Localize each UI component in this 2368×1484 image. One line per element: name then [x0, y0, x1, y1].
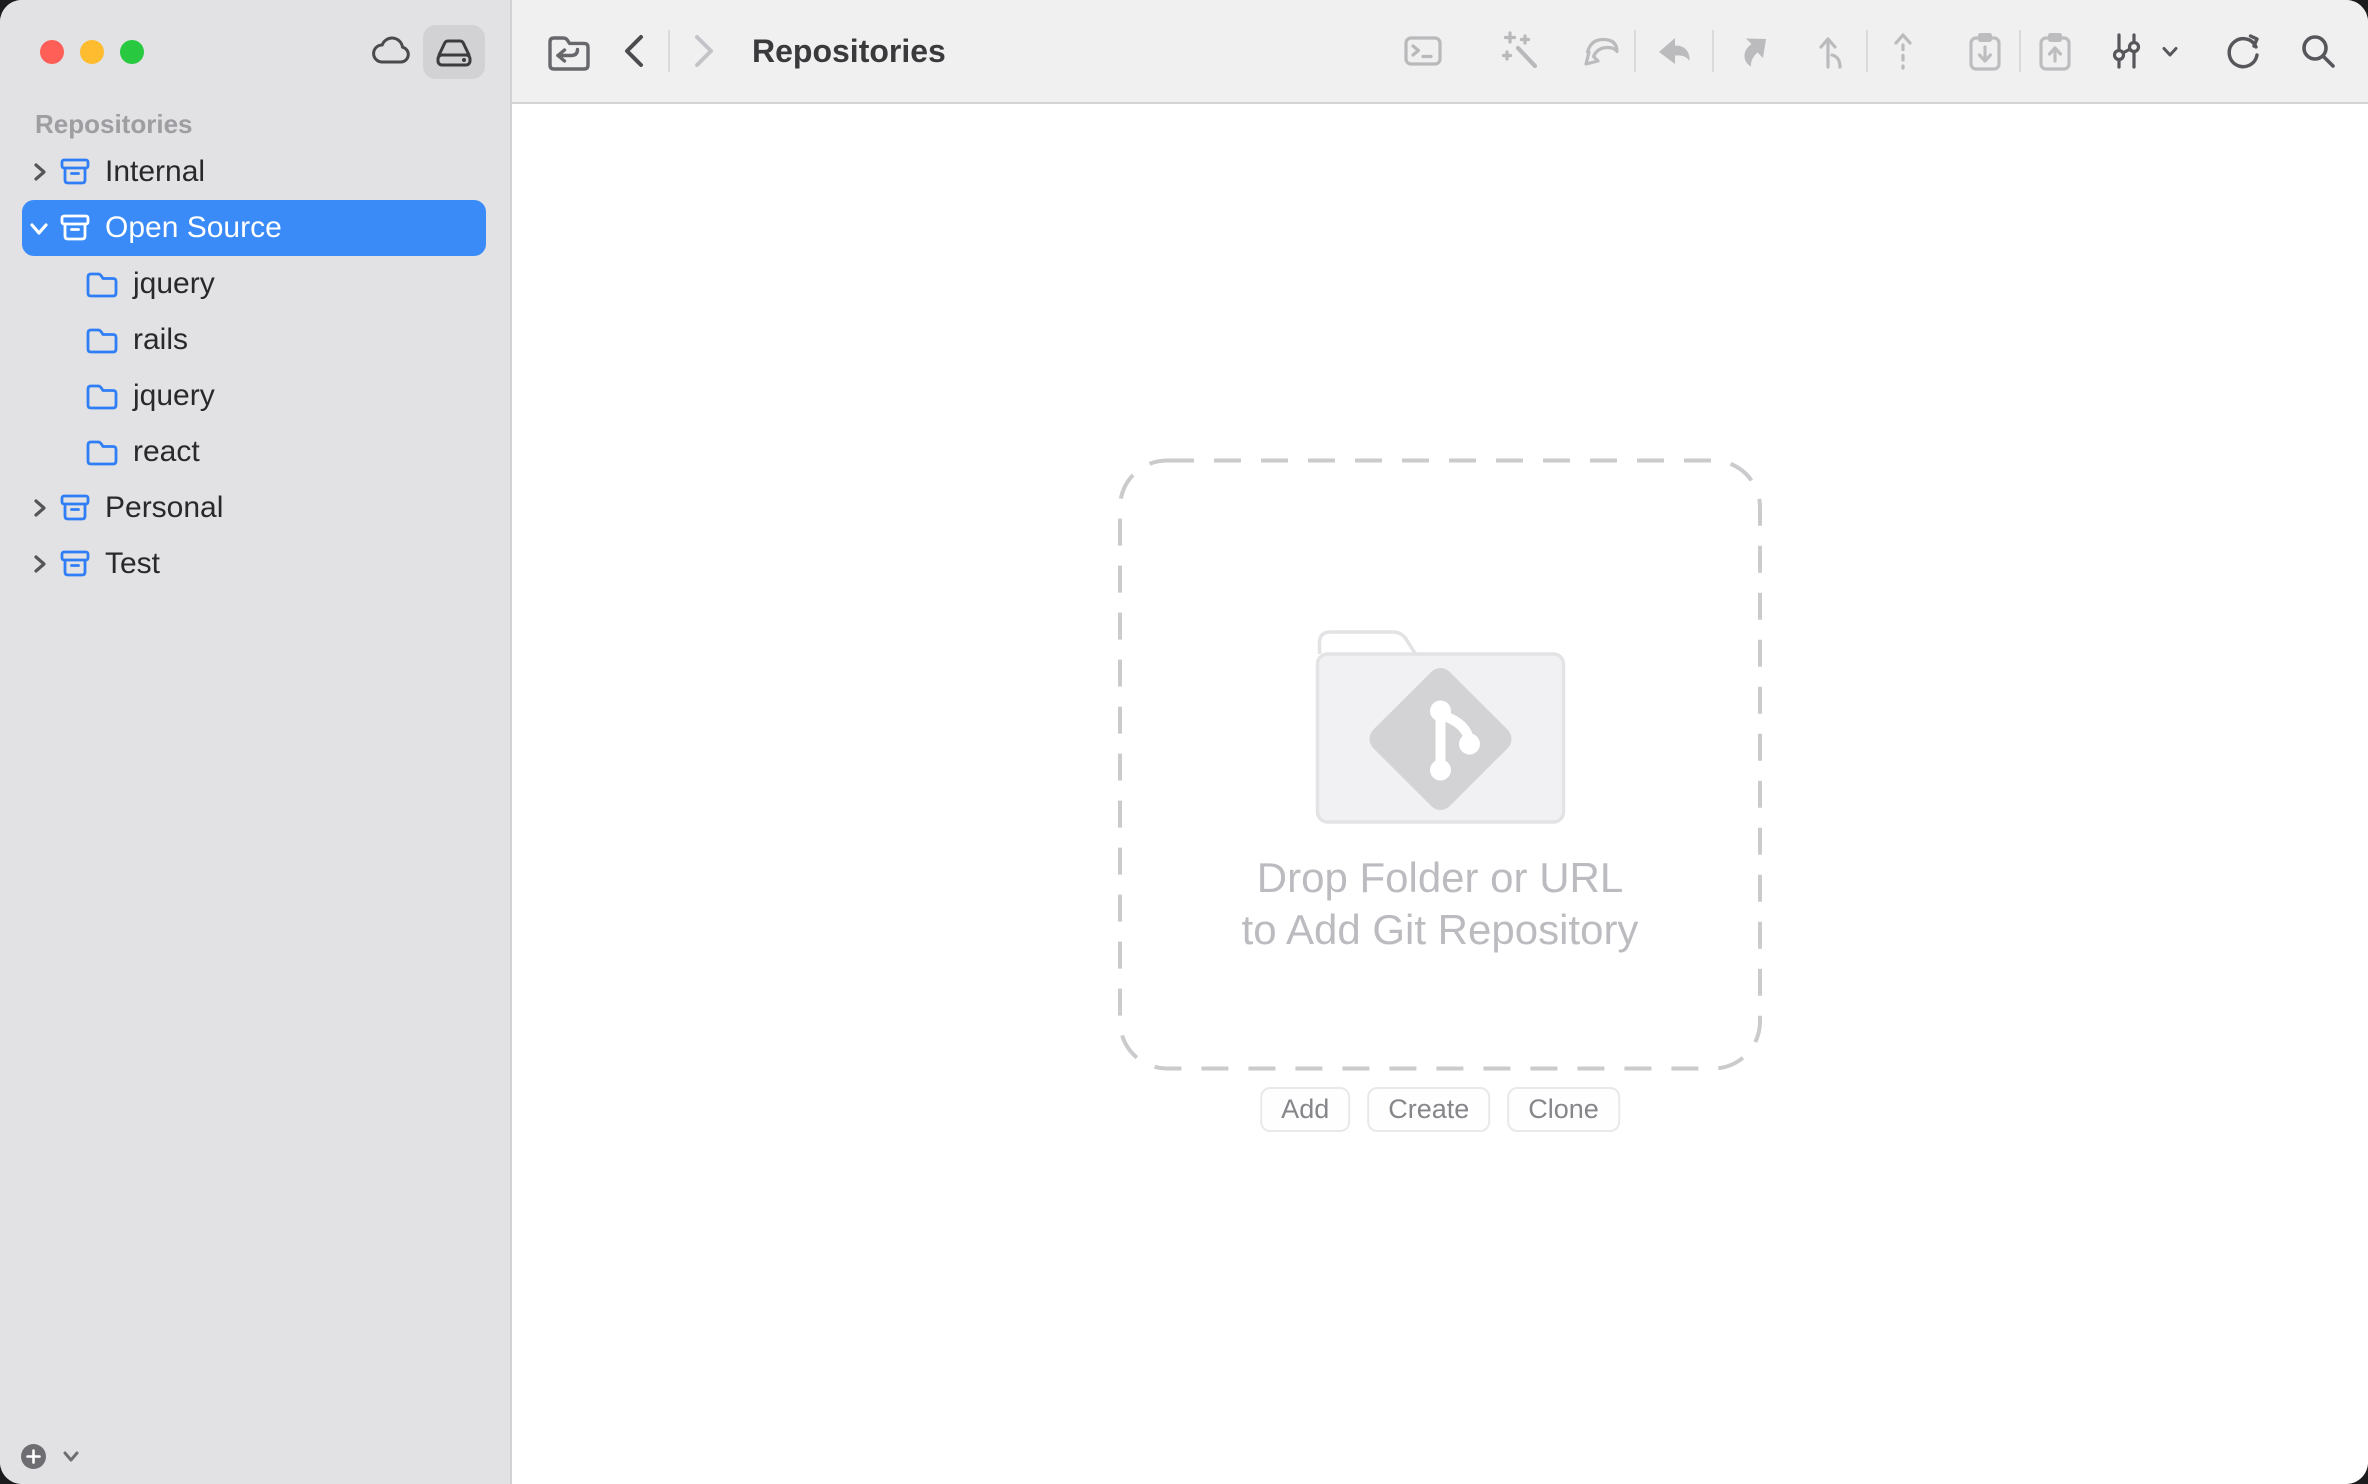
back-icon	[616, 28, 656, 74]
sidebar-item-label: jquery	[133, 267, 215, 300]
sidebar-item-label: Test	[105, 547, 161, 580]
sidebar-item-label: Open Source	[105, 211, 282, 244]
quick-launch-icon	[1497, 27, 1545, 75]
commit-graph-dropdown-button[interactable]	[2102, 19, 2186, 83]
chevron-down-icon	[2158, 39, 2182, 63]
refresh-button[interactable]	[2218, 19, 2268, 83]
remote-accounts-button[interactable]	[361, 25, 423, 79]
terminal-button[interactable]	[1398, 19, 1448, 83]
toolbar: Repositories	[512, 0, 2368, 104]
sidebar-item-open-source[interactable]: Open Source	[0, 200, 510, 256]
sidebar-item-test[interactable]: Test	[0, 536, 510, 592]
push-button[interactable]	[1725, 19, 1775, 83]
sidebar-item-rails[interactable]: rails	[0, 312, 510, 368]
sidebar-item-jquery[interactable]: jquery	[0, 256, 510, 312]
repository-dropzone[interactable]: Drop Folder or URL to Add Git Repository	[1118, 458, 1763, 1071]
titlebar-left	[0, 0, 510, 104]
stash-button[interactable]	[1960, 19, 2010, 83]
create-button[interactable]: Create	[1367, 1087, 1491, 1132]
pull-button[interactable]	[1650, 19, 1700, 83]
add-repository-button[interactable]	[21, 1443, 46, 1469]
add-menu-chevron-icon[interactable]	[58, 1443, 84, 1469]
forward-icon	[682, 28, 722, 74]
minimize-button[interactable]	[80, 40, 104, 64]
sidebar-item-label: jquery	[133, 379, 215, 412]
push-icon	[1726, 27, 1774, 75]
open-repository-folder-icon	[541, 25, 593, 77]
rebase-button[interactable]	[1878, 19, 1928, 83]
repository-tree: Internal Open Source jquery rails jquery…	[0, 144, 510, 592]
merge-button[interactable]	[1807, 19, 1857, 83]
page-title: Repositories	[752, 32, 946, 69]
search-button[interactable]	[2293, 19, 2343, 83]
toolbar-separator	[1866, 30, 1868, 72]
app-window: Repositories Internal Open Source jquery…	[0, 0, 2368, 1484]
stash-icon	[1961, 27, 2009, 75]
dashed-border	[1118, 458, 1762, 1071]
main-area: Repositories Drop Folder or URL to Add G…	[512, 0, 2368, 1484]
content-area: Drop Folder or URL to Add Git Repository…	[512, 104, 2368, 1484]
pull-icon	[1651, 27, 1699, 75]
merge-icon	[1808, 27, 1856, 75]
toolbar-separator	[1712, 30, 1714, 72]
toolbar-separator	[668, 30, 670, 72]
toolbar-separator	[1634, 30, 1636, 72]
forward-button[interactable]	[680, 19, 724, 83]
toolbar-separator	[2019, 30, 2021, 72]
hard-drive-icon	[431, 29, 477, 75]
sidebar: Repositories Internal Open Source jquery…	[0, 0, 512, 1484]
terminal-icon	[1399, 27, 1447, 75]
traffic-lights	[40, 40, 144, 64]
sidebar-item-personal[interactable]: Personal	[0, 480, 510, 536]
clone-button[interactable]: Clone	[1507, 1087, 1620, 1132]
cloud-icon	[369, 29, 415, 75]
sidebar-item-label: rails	[133, 323, 189, 356]
toolbar-right	[1398, 19, 2368, 83]
fetch-button[interactable]	[1576, 19, 1626, 83]
sidebar-item-label: Internal	[105, 155, 206, 188]
close-button[interactable]	[40, 40, 64, 64]
sidebar-header: Repositories	[35, 108, 193, 139]
rebase-icon	[1879, 27, 1927, 75]
add-button[interactable]: Add	[1260, 1087, 1351, 1132]
quick-launch-button[interactable]	[1496, 19, 1546, 83]
sidebar-item-internal[interactable]: Internal	[0, 144, 510, 200]
sidebar-footer	[0, 1428, 510, 1484]
commit-graph-icon	[2106, 27, 2152, 75]
sidebar-item-jquery-2[interactable]: jquery	[0, 368, 510, 424]
local-repositories-button[interactable]	[423, 25, 485, 79]
back-button[interactable]	[614, 19, 658, 83]
repository-actions: Add Create Clone	[1260, 1087, 1620, 1132]
apply-stash-button[interactable]	[2030, 19, 2080, 83]
sidebar-item-label: Personal	[105, 491, 224, 524]
refresh-icon	[2219, 27, 2267, 75]
plus-icon	[25, 1448, 42, 1465]
source-switcher	[361, 25, 485, 79]
fetch-icon	[1577, 27, 1625, 75]
open-repository-folder-button[interactable]	[542, 19, 592, 83]
sidebar-item-react[interactable]: react	[0, 424, 510, 480]
zoom-button[interactable]	[120, 40, 144, 64]
sidebar-item-label: react	[133, 435, 200, 468]
apply-stash-icon	[2031, 27, 2079, 75]
search-icon	[2294, 27, 2342, 75]
